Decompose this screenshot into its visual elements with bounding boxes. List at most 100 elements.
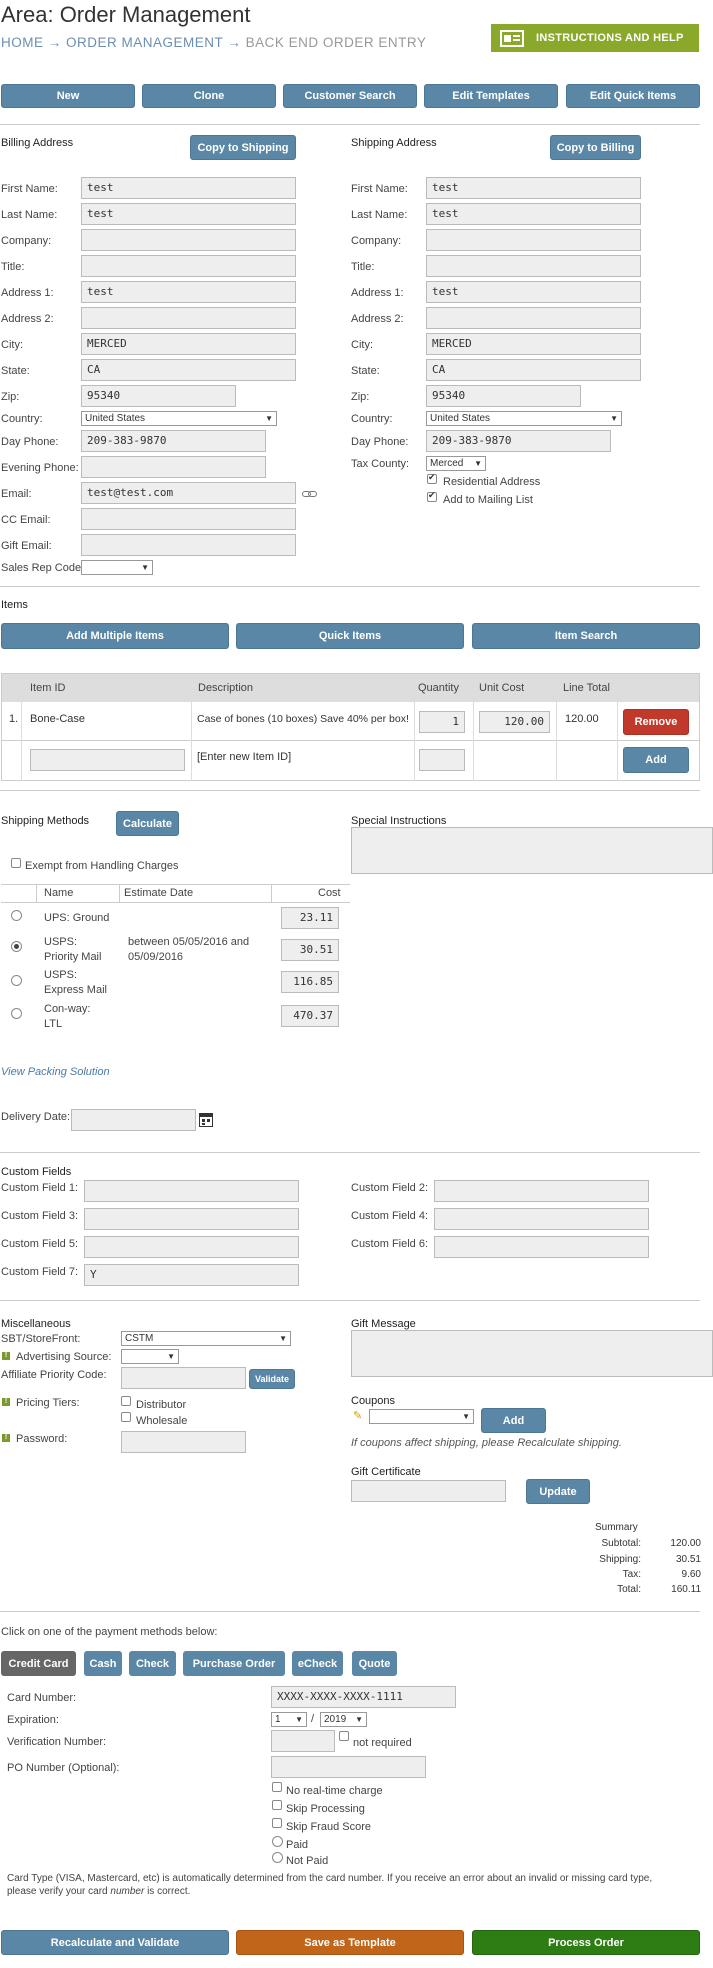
storefront-select[interactable]: CSTM ▼ bbox=[121, 1331, 291, 1346]
add-item-button[interactable]: Add bbox=[623, 747, 689, 773]
advertising-source-select[interactable]: ▼ bbox=[121, 1349, 179, 1364]
billing-cc-email-input[interactable] bbox=[81, 508, 296, 530]
skip-processing-checkbox[interactable] bbox=[272, 1800, 282, 1810]
row-unit-cost-input[interactable]: 120.00 bbox=[479, 711, 550, 733]
not-required-checkbox[interactable] bbox=[339, 1731, 349, 1741]
row-quantity-input[interactable]: 1 bbox=[419, 711, 465, 733]
shipping-option-radio[interactable] bbox=[11, 941, 22, 952]
custom-field-6-input[interactable] bbox=[434, 1236, 649, 1258]
billing-last-name-input[interactable]: test bbox=[81, 203, 296, 225]
custom-field-4-input[interactable] bbox=[434, 1208, 649, 1230]
update-button[interactable]: Update bbox=[526, 1479, 590, 1504]
billing-address2-input[interactable] bbox=[81, 307, 296, 329]
billing-gift-email-input[interactable] bbox=[81, 534, 296, 556]
customer-search-button[interactable]: Customer Search bbox=[283, 84, 417, 108]
po-number-input[interactable] bbox=[271, 1756, 426, 1778]
copy-to-billing-button[interactable]: Copy to Billing bbox=[550, 135, 641, 160]
skip-fraud-score-checkbox[interactable] bbox=[272, 1818, 282, 1828]
billing-evening-phone-input[interactable] bbox=[81, 456, 266, 478]
billing-company-input[interactable] bbox=[81, 229, 296, 251]
edit-templates-button[interactable]: Edit Templates bbox=[424, 84, 558, 108]
calendar-icon[interactable] bbox=[199, 1113, 213, 1127]
info-icon[interactable]: ! bbox=[2, 1434, 10, 1442]
billing-city-input[interactable]: MERCED bbox=[81, 333, 296, 355]
billing-title-input[interactable] bbox=[81, 255, 296, 277]
validate-button[interactable]: Validate bbox=[249, 1369, 295, 1389]
shipping-address1-input[interactable]: test bbox=[426, 281, 641, 303]
shipping-day-phone-input[interactable]: 209-383-9870 bbox=[426, 430, 611, 452]
pencil-icon[interactable]: ✎ bbox=[353, 1410, 365, 1422]
cash-button[interactable]: Cash bbox=[84, 1651, 122, 1676]
shipping-option-radio[interactable] bbox=[11, 1008, 22, 1019]
custom-field-2-input[interactable] bbox=[434, 1180, 649, 1202]
shipping-option-cost[interactable]: 30.51 bbox=[281, 939, 339, 961]
shipping-first-name-input[interactable]: test bbox=[426, 177, 641, 199]
purchase-order-button[interactable]: Purchase Order bbox=[183, 1651, 285, 1676]
residential-address-checkbox[interactable] bbox=[427, 472, 437, 484]
mailing-list-checkbox[interactable] bbox=[427, 490, 437, 502]
breadcrumb-home[interactable]: HOME bbox=[1, 35, 44, 50]
custom-field-7-input[interactable]: Y bbox=[84, 1264, 299, 1286]
billing-address1-input[interactable]: test bbox=[81, 281, 296, 303]
wholesale-checkbox[interactable] bbox=[121, 1412, 131, 1422]
delivery-date-input[interactable] bbox=[71, 1109, 196, 1131]
shipping-country-select[interactable]: United States ▼ bbox=[426, 411, 622, 426]
add-multiple-items-button[interactable]: Add Multiple Items bbox=[1, 623, 229, 649]
gift-certificate-input[interactable] bbox=[351, 1480, 506, 1502]
quick-items-button[interactable]: Quick Items bbox=[236, 623, 464, 649]
not-paid-radio[interactable] bbox=[272, 1852, 283, 1863]
info-icon[interactable]: ! bbox=[2, 1398, 10, 1406]
no-realtime-charge-checkbox[interactable] bbox=[272, 1782, 282, 1792]
exempt-handling-checkbox[interactable] bbox=[11, 858, 21, 868]
shipping-zip-input[interactable]: 95340 bbox=[426, 385, 581, 407]
new-item-id-input[interactable] bbox=[30, 749, 185, 771]
billing-email-input[interactable]: test@test.com bbox=[81, 482, 296, 504]
exp-year-select[interactable]: 2019 ▼ bbox=[320, 1712, 367, 1727]
shipping-title-input[interactable] bbox=[426, 255, 641, 277]
billing-first-name-input[interactable]: test bbox=[81, 177, 296, 199]
calculate-button[interactable]: Calculate bbox=[116, 811, 179, 836]
billing-zip-input[interactable]: 95340 bbox=[81, 385, 236, 407]
card-number-input[interactable]: XXXX-XXXX-XXXX-1111 bbox=[271, 1686, 456, 1708]
sales-rep-select[interactable]: ▼ bbox=[81, 560, 153, 575]
shipping-address2-input[interactable] bbox=[426, 307, 641, 329]
distributor-checkbox[interactable] bbox=[121, 1396, 131, 1406]
recalculate-validate-button[interactable]: Recalculate and Validate bbox=[1, 1930, 229, 1955]
billing-state-input[interactable]: CA bbox=[81, 359, 296, 381]
shipping-option-cost[interactable]: 116.85 bbox=[281, 971, 339, 993]
breadcrumb-section[interactable]: ORDER MANAGEMENT bbox=[66, 35, 223, 50]
save-as-template-button[interactable]: Save as Template bbox=[236, 1930, 464, 1955]
custom-field-1-input[interactable] bbox=[84, 1180, 299, 1202]
exp-month-select[interactable]: 1 ▼ bbox=[271, 1712, 307, 1727]
new-button[interactable]: New bbox=[1, 84, 135, 108]
credit-card-button[interactable]: Credit Card bbox=[1, 1651, 76, 1676]
remove-item-button[interactable]: Remove bbox=[623, 709, 689, 735]
shipping-city-input[interactable]: MERCED bbox=[426, 333, 641, 355]
info-icon[interactable]: ! bbox=[2, 1352, 10, 1360]
shipping-option-cost[interactable]: 470.37 bbox=[281, 1005, 339, 1027]
gift-message-textarea[interactable] bbox=[351, 1330, 713, 1377]
special-instructions-textarea[interactable] bbox=[351, 827, 713, 874]
copy-to-shipping-button[interactable]: Copy to Shipping bbox=[190, 135, 296, 160]
echeck-button[interactable]: eCheck bbox=[292, 1651, 343, 1676]
instructions-help-button[interactable]: INSTRUCTIONS AND HELP bbox=[491, 24, 699, 52]
clone-button[interactable]: Clone bbox=[142, 84, 276, 108]
affiliate-priority-code-input[interactable] bbox=[121, 1367, 246, 1389]
paid-radio[interactable] bbox=[272, 1836, 283, 1847]
shipping-option-radio[interactable] bbox=[11, 975, 22, 986]
billing-day-phone-input[interactable]: 209-383-9870 bbox=[81, 430, 266, 452]
link-chain-icon[interactable] bbox=[302, 489, 318, 499]
quote-button[interactable]: Quote bbox=[352, 1651, 397, 1676]
shipping-state-input[interactable]: CA bbox=[426, 359, 641, 381]
custom-field-5-input[interactable] bbox=[84, 1236, 299, 1258]
process-order-button[interactable]: Process Order bbox=[472, 1930, 700, 1955]
shipping-company-input[interactable] bbox=[426, 229, 641, 251]
view-packing-solution-link[interactable]: View Packing Solution bbox=[1, 1066, 110, 1078]
check-button[interactable]: Check bbox=[129, 1651, 176, 1676]
shipping-option-cost[interactable]: 23.11 bbox=[281, 907, 339, 929]
coupon-select[interactable]: ▼ bbox=[369, 1409, 474, 1424]
shipping-option-radio[interactable] bbox=[11, 910, 22, 921]
item-search-button[interactable]: Item Search bbox=[472, 623, 700, 649]
shipping-last-name-input[interactable]: test bbox=[426, 203, 641, 225]
password-input[interactable] bbox=[121, 1431, 246, 1453]
